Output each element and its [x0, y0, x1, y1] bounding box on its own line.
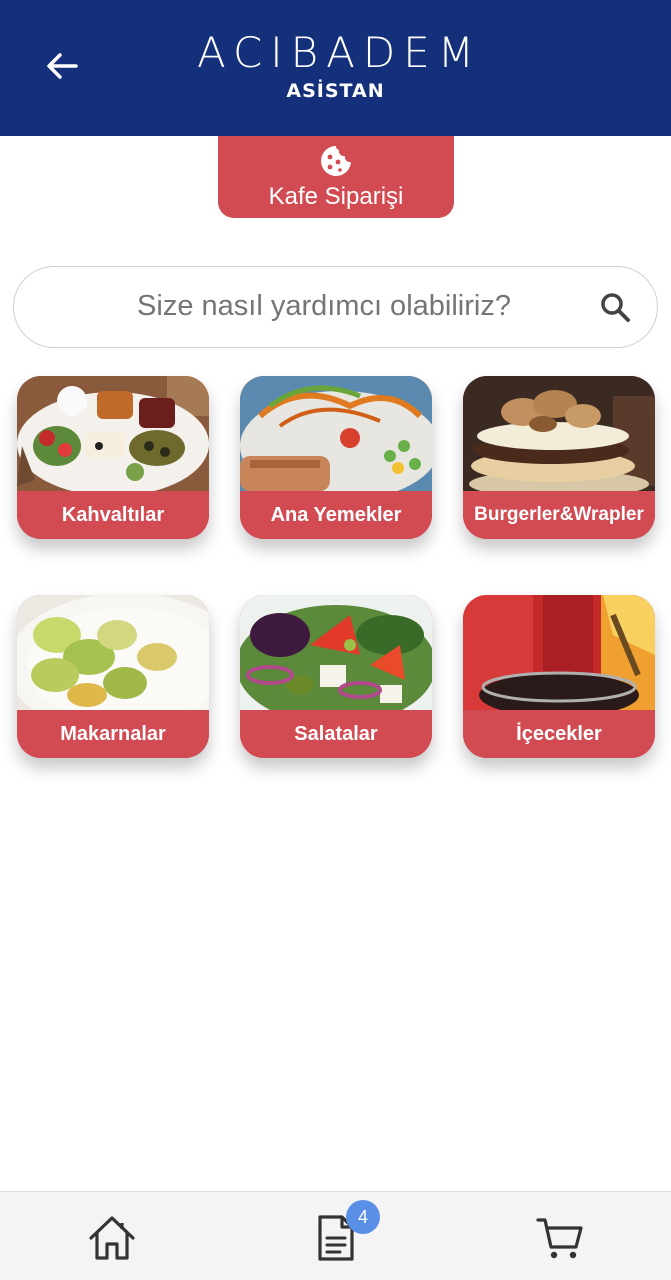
category-tile-pasta[interactable]: Makarnalar [17, 595, 209, 758]
burgers-wraps-image [463, 376, 655, 491]
brand-name: ACIBADEM [196, 28, 483, 77]
orders-count-badge: 4 [346, 1200, 380, 1234]
brand-logo: ACIBADEM ASİSTAN [0, 28, 671, 103]
nav-home[interactable] [84, 1212, 140, 1264]
category-tile-drinks[interactable]: İçecekler [463, 595, 655, 758]
salads-image [240, 595, 432, 710]
brand-subtitle: ASİSTAN [286, 80, 385, 102]
cookie-icon [321, 146, 351, 176]
category-label: İçecekler [463, 710, 655, 758]
cafe-order-tab[interactable]: Kafe Siparişi [218, 136, 454, 218]
drinks-image [463, 595, 655, 710]
category-tile-breakfast[interactable]: Kahvaltılar [17, 376, 209, 539]
search-bar [13, 266, 658, 348]
search-icon[interactable] [599, 291, 631, 323]
nav-cart[interactable] [532, 1212, 588, 1264]
category-tile-burgers-wraps[interactable]: Burgerler&Wrapler [463, 376, 655, 539]
pasta-image [17, 595, 209, 710]
search-input[interactable] [54, 267, 594, 346]
bottom-navigation [0, 1191, 671, 1280]
cafe-order-label: Kafe Siparişi [268, 183, 404, 210]
category-label: Ana Yemekler [240, 491, 432, 539]
category-label: Makarnalar [17, 710, 209, 758]
category-label: Salatalar [240, 710, 432, 758]
category-label: Kahvaltılar [17, 491, 209, 539]
home-icon [89, 1216, 135, 1260]
cart-icon [536, 1218, 583, 1259]
main-dishes-image [240, 376, 432, 491]
breakfast-image [17, 376, 209, 491]
category-tile-main-dishes[interactable]: Ana Yemekler [240, 376, 432, 539]
category-tile-salads[interactable]: Salatalar [240, 595, 432, 758]
category-label: Burgerler&Wrapler [463, 491, 655, 539]
app-header: ACIBADEM ASİSTAN [0, 0, 671, 136]
